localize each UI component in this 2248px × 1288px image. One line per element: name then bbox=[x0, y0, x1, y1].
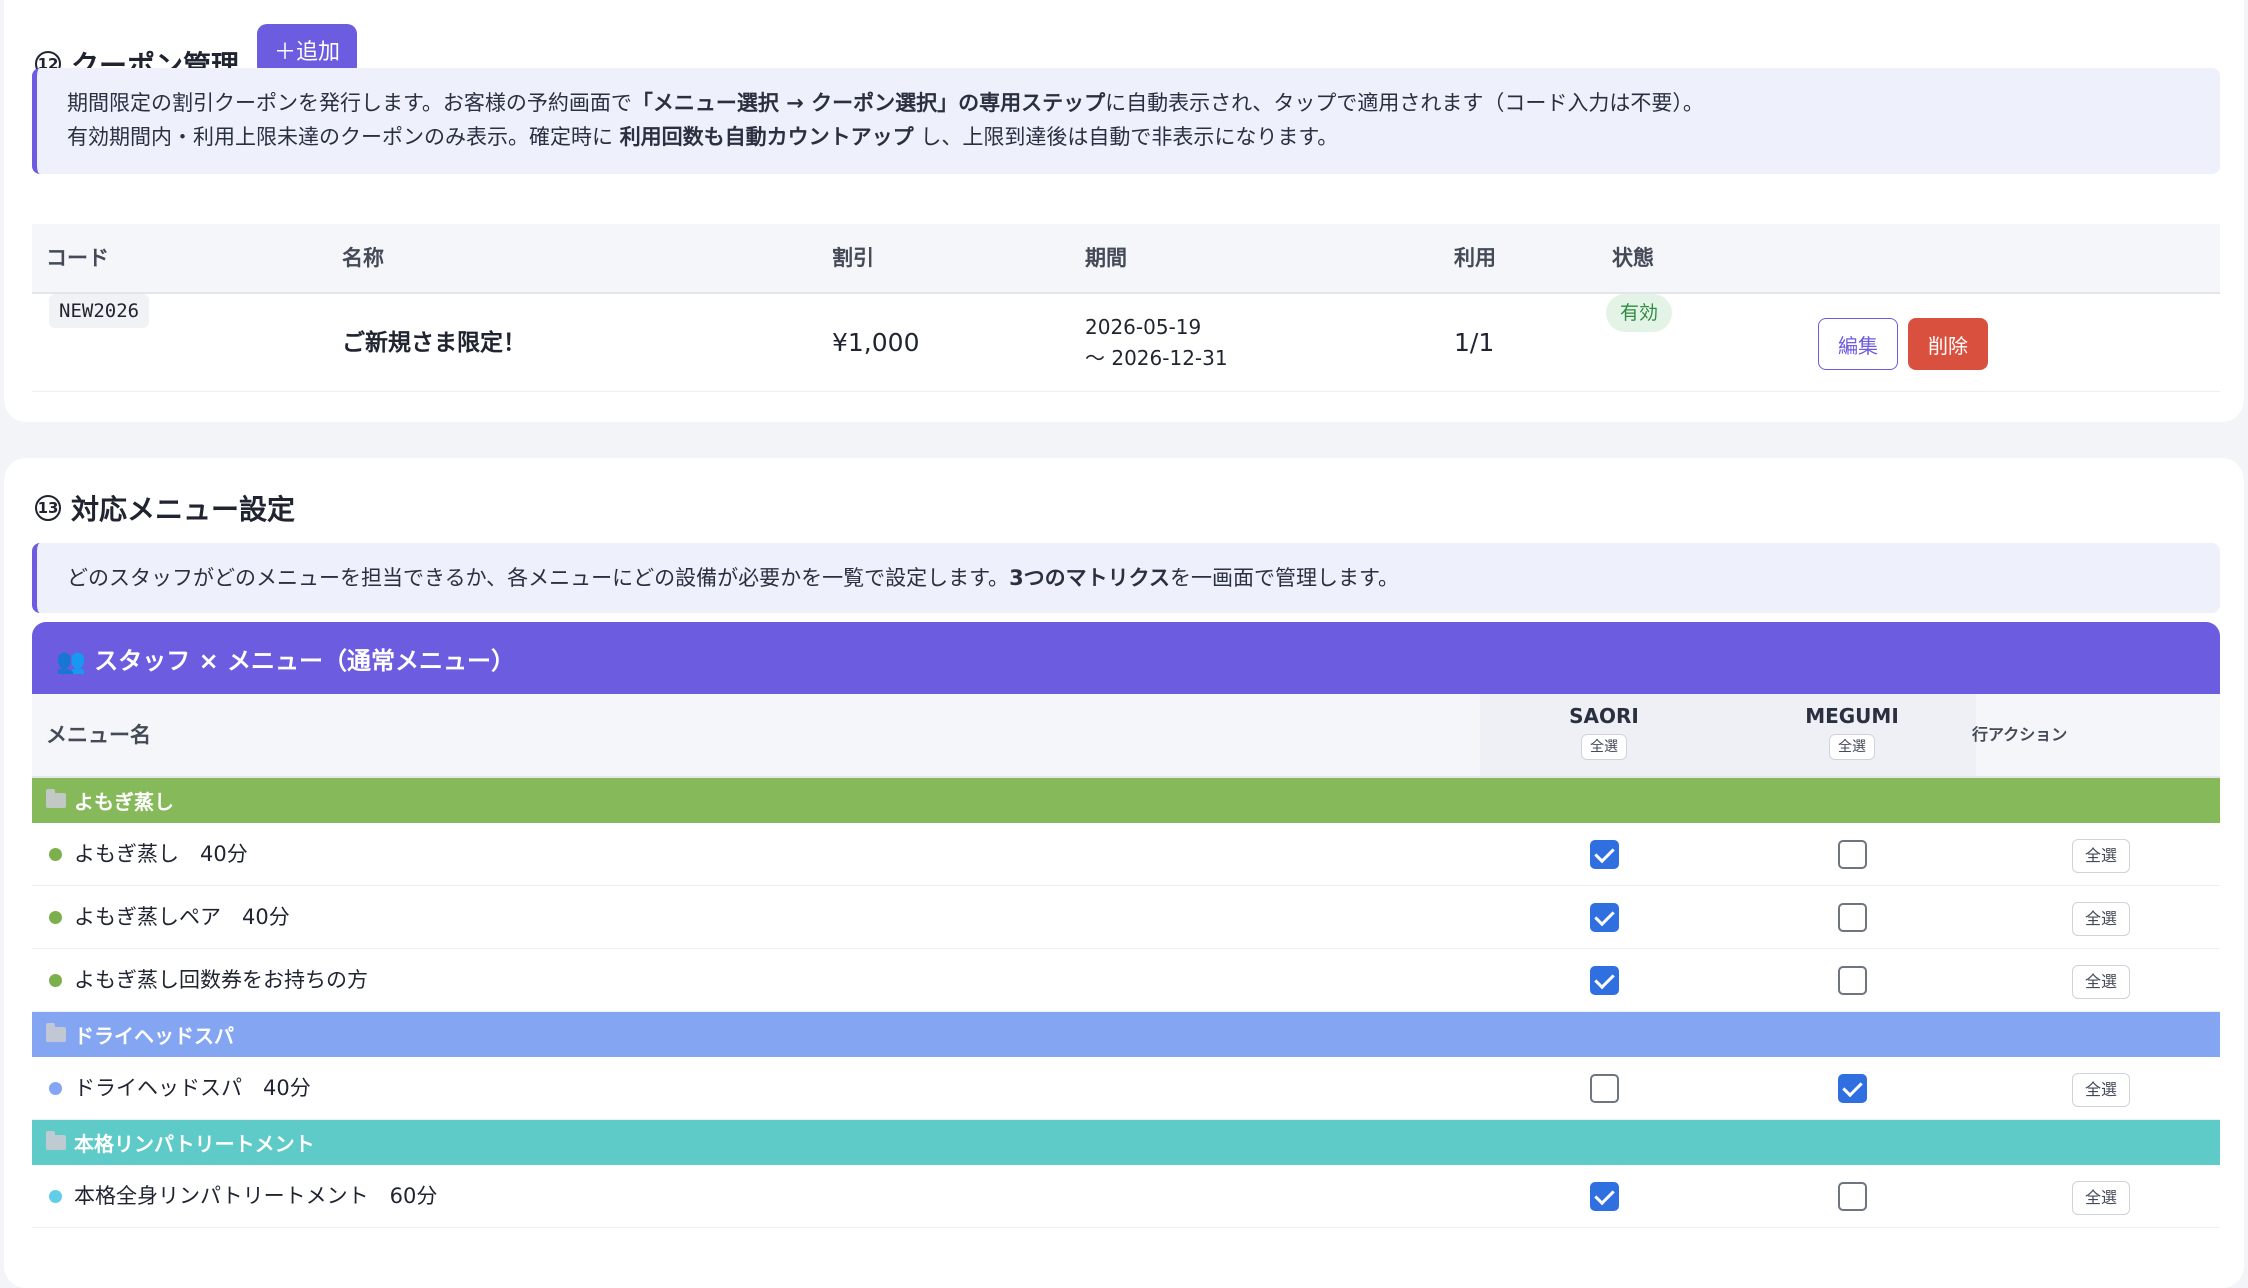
coupon-discount: ¥1,000 bbox=[832, 328, 920, 357]
header-name: 名称 bbox=[342, 246, 384, 270]
status-badge: 有効 bbox=[1606, 294, 1673, 332]
menu-item-label: よもぎ蒸しペア 40分 bbox=[74, 905, 290, 929]
column-row-action: 行アクション bbox=[1972, 725, 2068, 744]
coupon-info-box: 期間限定の割引クーポンを発行します。お客様の予約画面で「メニュー選択 → クーポ… bbox=[32, 68, 2220, 174]
menu-settings-card: 13 対応メニュー設定 どのスタッフがどのメニューを担当できるか、各メニューにど… bbox=[4, 458, 2244, 1288]
staff-column-megumi: MEGUMI 全選 bbox=[1728, 694, 1976, 776]
checkbox-saori[interactable] bbox=[1590, 966, 1619, 995]
select-all-column-button[interactable]: 全選 bbox=[1581, 734, 1627, 760]
checkbox-saori[interactable] bbox=[1590, 840, 1619, 869]
select-all-row-button[interactable]: 全選 bbox=[2072, 1181, 2130, 1215]
folder-icon bbox=[46, 1023, 66, 1042]
menu-item-label: ドライヘッドスパ 40分 bbox=[74, 1076, 311, 1100]
staff-column-saori: SAORI 全選 bbox=[1480, 694, 1728, 776]
category-dot bbox=[49, 1190, 62, 1203]
folder-icon bbox=[46, 789, 66, 808]
menu-row: よもぎ蒸しペア 40分 全選 bbox=[32, 886, 2220, 949]
menu-settings-info-box: どのスタッフがどのメニューを担当できるか、各メニューにどの設備が必要かを一覧で設… bbox=[32, 543, 2220, 613]
category-row-head-spa: ドライヘッドスパ bbox=[32, 1012, 2220, 1057]
delete-coupon-button[interactable]: 削除 bbox=[1908, 318, 1988, 370]
coupon-code: NEW2026 bbox=[49, 294, 150, 328]
category-dot bbox=[49, 848, 62, 861]
header-code: コード bbox=[46, 246, 109, 270]
checkbox-megumi[interactable] bbox=[1838, 966, 1867, 995]
column-menu-name: メニュー名 bbox=[46, 723, 151, 747]
staff-menu-matrix-title: 👥 スタッフ × メニュー（通常メニュー） bbox=[32, 622, 2220, 694]
header-usage: 利用 bbox=[1454, 246, 1496, 270]
select-all-column-button[interactable]: 全選 bbox=[1829, 734, 1875, 760]
staff-name: MEGUMI bbox=[1805, 704, 1899, 728]
matrix-column-header: メニュー名 SAORI 全選 MEGUMI 全選 行アクション bbox=[32, 694, 2220, 778]
coupon-usage: 1/1 bbox=[1454, 328, 1495, 357]
checkbox-saori[interactable] bbox=[1590, 1182, 1619, 1211]
select-all-row-button[interactable]: 全選 bbox=[2072, 965, 2130, 999]
select-all-row-button[interactable]: 全選 bbox=[2072, 1073, 2130, 1107]
menu-item-label: よもぎ蒸し 40分 bbox=[74, 842, 248, 866]
menu-item-label: よもぎ蒸し回数券をお持ちの方 bbox=[74, 968, 368, 992]
menu-item-label: 本格全身リンパトリートメント 60分 bbox=[74, 1184, 438, 1208]
coupon-card: 12 クーポン管理 ＋追加 期間限定の割引クーポンを発行します。お客様の予約画面… bbox=[4, 0, 2244, 422]
menu-row: ドライヘッドスパ 40分 全選 bbox=[32, 1057, 2220, 1120]
staff-name: SAORI bbox=[1569, 704, 1639, 728]
header-status: 状態 bbox=[1612, 246, 1654, 270]
checkbox-megumi[interactable] bbox=[1838, 1074, 1867, 1103]
header-period: 期間 bbox=[1085, 246, 1127, 270]
coupon-period: 2026-05-19 〜 2026-12-31 bbox=[1085, 315, 1228, 370]
checkbox-saori[interactable] bbox=[1590, 903, 1619, 932]
category-dot bbox=[49, 911, 62, 924]
menu-row: 本格全身リンパトリートメント 60分 全選 bbox=[32, 1165, 2220, 1228]
checkbox-saori[interactable] bbox=[1590, 1074, 1619, 1103]
select-all-row-button[interactable]: 全選 bbox=[2072, 839, 2130, 873]
coupon-table-header: コード 名称 割引 期間 利用 状態 bbox=[32, 224, 2220, 294]
category-dot bbox=[49, 1082, 62, 1095]
section-number-badge: 13 bbox=[35, 495, 61, 521]
category-row-yomogi: よもぎ蒸し bbox=[32, 778, 2220, 823]
category-row-lymph: 本格リンパトリートメント bbox=[32, 1120, 2220, 1165]
folder-icon bbox=[46, 1131, 66, 1150]
menu-row: よもぎ蒸し 40分 全選 bbox=[32, 823, 2220, 886]
header-discount: 割引 bbox=[832, 246, 874, 270]
edit-coupon-button[interactable]: 編集 bbox=[1818, 318, 1898, 370]
menu-settings-title: 対応メニュー設定 bbox=[71, 493, 296, 526]
coupon-name: ご新規さま限定！ bbox=[342, 330, 526, 356]
category-dot bbox=[49, 974, 62, 987]
menu-row: よもぎ蒸し回数券をお持ちの方 全選 bbox=[32, 949, 2220, 1012]
coupon-info-line1: 期間限定の割引クーポンを発行します。お客様の予約画面で「メニュー選択 → クーポ… bbox=[67, 91, 1704, 115]
checkbox-megumi[interactable] bbox=[1838, 1182, 1867, 1211]
checkbox-megumi[interactable] bbox=[1838, 903, 1867, 932]
checkbox-megumi[interactable] bbox=[1838, 840, 1867, 869]
coupon-info-line2: 有効期間内・利用上限未達のクーポンのみ表示。確定時に 利用回数も自動カウントアッ… bbox=[67, 125, 1339, 149]
select-all-row-button[interactable]: 全選 bbox=[2072, 902, 2130, 936]
coupon-table-row: NEW2026 ご新規さま限定！ ¥1,000 2026-05-19 〜 202… bbox=[32, 294, 2220, 392]
menu-settings-section-title: 13 対応メニュー設定 bbox=[35, 488, 295, 528]
